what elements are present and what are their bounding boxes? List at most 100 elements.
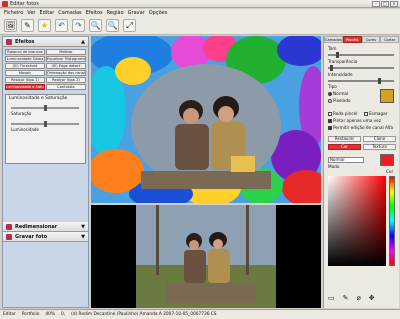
menu-regiao[interactable]: Região: [107, 9, 124, 17]
color-picker-field[interactable]: [328, 176, 386, 266]
fit-icon[interactable]: ⤢: [123, 19, 136, 32]
checkbox-icon[interactable]: [328, 112, 332, 116]
subtab-cor[interactable]: Cor: [328, 144, 361, 150]
luminosity-label: Luminosidade: [11, 127, 39, 132]
brush-preview-icon: [380, 89, 394, 103]
effect-button-selected[interactable]: Luminosidade e Saturação: [5, 84, 45, 90]
transparency-slider[interactable]: [328, 65, 394, 71]
check-roda-pincel[interactable]: Roda pincel: [328, 111, 357, 116]
menu-camadas[interactable]: Camadas: [58, 9, 81, 17]
pen-icon[interactable]: ✎: [343, 294, 349, 302]
effect-button[interactable]: Realçar (tipo 1): [5, 77, 45, 83]
tool-icons: ▭ ✎ ⌀ ✥: [328, 294, 375, 302]
photo-icon[interactable]: 🖼: [4, 19, 17, 32]
restore-button[interactable]: Restaurar: [328, 136, 361, 142]
zoom-in-icon[interactable]: 🔍: [106, 19, 119, 32]
maximize-button[interactable]: □: [381, 1, 389, 7]
effect-button[interactable]: Realçar (tipo 2): [46, 77, 86, 83]
status-mode: Editar: [3, 312, 16, 317]
resize-section-header[interactable]: Redimensionar ▼: [3, 222, 88, 232]
effect-button[interactable]: Luminosidade Gama: [5, 56, 45, 62]
tab-cores[interactable]: Cores: [361, 36, 381, 43]
effects-section-header[interactable]: Efeitos ▲: [3, 37, 88, 47]
resize-section-title: Redimensionar: [15, 223, 58, 230]
page-icon[interactable]: ▭: [328, 294, 335, 302]
chevron-down-icon: ▼: [81, 223, 85, 230]
effect-button[interactable]: Ordenação dos canais RGB: [46, 70, 86, 76]
effects-icon: [6, 38, 12, 45]
check-pintar-uma-vez[interactable]: Pintar apenas uma vez: [328, 118, 381, 123]
save-section-header[interactable]: Gravar foto ▼: [3, 232, 88, 242]
intensity-slider[interactable]: [328, 78, 394, 84]
type-pixelado[interactable]: Pixelado: [328, 98, 350, 103]
tab-camadas[interactable]: Camadas: [324, 36, 343, 43]
preview-photo: [136, 205, 276, 308]
slider-thumb[interactable]: [336, 52, 339, 58]
radio-icon[interactable]: [328, 92, 332, 96]
saturation-label: Saturação: [11, 111, 32, 116]
checkbox-icon[interactable]: [328, 126, 332, 130]
slider-thumb[interactable]: [44, 121, 47, 127]
type-normal-label: Normal: [333, 91, 349, 96]
status-bar: Editar Portfolio 40% 0, (d) Redim Decant…: [0, 309, 400, 319]
slider-thumb[interactable]: [378, 78, 381, 84]
redo-icon[interactable]: ↷: [72, 19, 85, 32]
mode-select[interactable]: Normal: [328, 157, 364, 163]
intensity-label: Intensidade: [328, 72, 353, 77]
minimize-button[interactable]: –: [372, 1, 380, 7]
size-slider[interactable]: [328, 52, 394, 58]
menu-editar[interactable]: Editar: [39, 9, 54, 17]
move-icon[interactable]: ✥: [369, 294, 375, 302]
status-filepath: (d) Redim Decantine (Paulinho) Amanda A …: [71, 312, 217, 317]
subtab-textura[interactable]: Textura: [363, 144, 396, 150]
tab-cortar[interactable]: Cortar: [380, 36, 399, 43]
check-label: Esmagar: [369, 111, 388, 116]
hue-slider[interactable]: [389, 176, 395, 266]
check-label: Permitir edição de canal Alfa: [333, 125, 394, 130]
check-canal-alfa[interactable]: Permitir edição de canal Alfa: [328, 125, 393, 130]
close-button[interactable]: ×: [390, 1, 398, 7]
effects-grid: Balanco de brancos Matizar Luminosidade …: [3, 47, 88, 92]
type-pixelado-label: Pixelado: [333, 98, 351, 103]
eyedropper-icon[interactable]: ⌀: [357, 294, 361, 302]
radio-icon[interactable]: [328, 99, 332, 103]
checkbox-icon[interactable]: [328, 119, 332, 123]
effects-section-title: Efeitos: [15, 38, 35, 45]
menu-gravar[interactable]: Gravar: [128, 9, 145, 17]
lum-sat-panel: Luminosidade e Saturação Saturação Lumin…: [5, 94, 86, 164]
type-normal[interactable]: Normal: [328, 91, 348, 96]
menu-ficheiro[interactable]: Ficheiro: [4, 9, 23, 17]
effect-button[interactable]: Balanco de brancos: [5, 49, 45, 55]
brush-icon[interactable]: ✎: [21, 19, 34, 32]
effect-button[interactable]: Equalizar Histograma: [46, 56, 86, 62]
status-zoom: 40%: [45, 312, 55, 317]
saturation-slider[interactable]: [11, 105, 79, 111]
checkbox-icon[interactable]: [364, 112, 368, 116]
undo-icon[interactable]: ↶: [55, 19, 68, 32]
check-label: Roda pincel: [333, 111, 358, 116]
chevron-down-icon: ▼: [81, 233, 85, 240]
zoom-out-icon[interactable]: 🔍: [89, 19, 102, 32]
current-color-swatch[interactable]: [380, 154, 394, 166]
effect-button[interactable]: (Sí) Edge detect: [46, 63, 86, 69]
tab-pinceis[interactable]: Pincéis: [342, 36, 362, 43]
check-label: Pintar apenas uma vez: [333, 118, 381, 123]
check-esmagar[interactable]: Esmagar: [364, 111, 387, 116]
menu-ver[interactable]: Ver: [27, 9, 35, 17]
clone-button[interactable]: Clone: [363, 136, 396, 142]
luminosity-slider[interactable]: [11, 121, 79, 127]
menu-efeitos[interactable]: Efeitos: [86, 9, 103, 17]
effect-button[interactable]: Mosaic: [5, 70, 45, 76]
transparency-label: Transparência: [328, 59, 358, 64]
effect-button[interactable]: Matizar: [46, 49, 86, 55]
edit-canvas[interactable]: [91, 36, 321, 203]
effect-button[interactable]: (Sí) Threshold: [5, 63, 45, 69]
star-icon[interactable]: ★: [38, 19, 51, 32]
status-coords: 0,: [60, 312, 66, 317]
menu-opcoes[interactable]: Opções: [149, 9, 168, 17]
effect-button[interactable]: Contraste: [46, 84, 86, 90]
window-controls: – □ ×: [372, 1, 398, 7]
title-bar: Editar fotos – □ ×: [0, 0, 400, 8]
slider-thumb[interactable]: [44, 105, 47, 111]
slider-thumb[interactable]: [330, 65, 333, 71]
